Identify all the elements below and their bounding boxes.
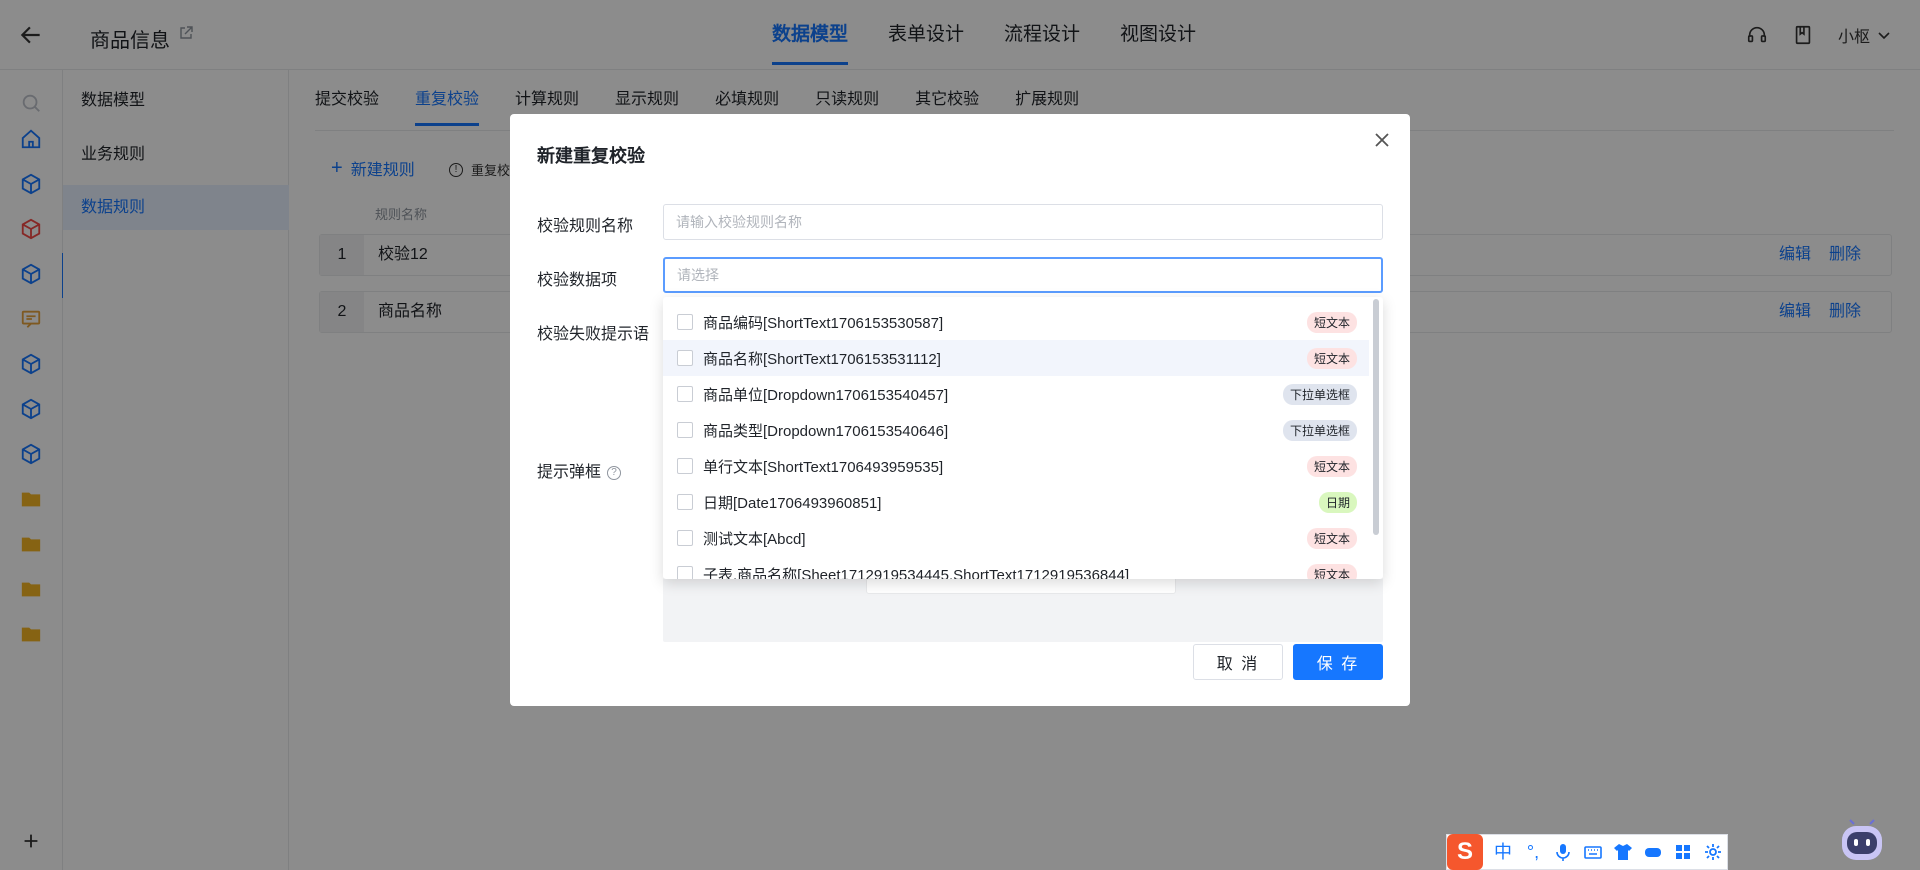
microphone-icon[interactable]	[1553, 842, 1573, 862]
checkbox[interactable]	[677, 314, 693, 330]
checkbox[interactable]	[677, 350, 693, 366]
gamepad-icon[interactable]	[1643, 842, 1663, 862]
data-item-select[interactable]	[663, 257, 1383, 293]
ime-toolbar: S 中 °,	[1446, 834, 1728, 870]
assistant-robot-icon[interactable]	[1838, 818, 1886, 866]
field-type-tag: 短文本	[1306, 347, 1357, 369]
help-icon[interactable]: ?	[607, 465, 622, 480]
list-item[interactable]: 商品类型[Dropdown1706153540646] 下拉单选框	[663, 412, 1369, 448]
data-item-label: 校验数据项	[537, 272, 618, 289]
sogou-logo-icon[interactable]: S	[1447, 834, 1483, 870]
option-label: 商品名称[ShortText1706153531112]	[703, 350, 941, 368]
popup-label-row: 提示弹框?	[537, 458, 622, 482]
popup-label: 提示弹框	[537, 464, 602, 481]
fail-message-label: 校验失败提示语	[537, 326, 650, 343]
option-label: 商品单位[Dropdown1706153540457]	[703, 386, 949, 404]
save-button[interactable]: 保 存	[1293, 644, 1383, 680]
close-icon[interactable]	[1372, 130, 1392, 150]
checkbox[interactable]	[677, 494, 693, 510]
checkbox[interactable]	[677, 386, 693, 402]
checkbox[interactable]	[677, 530, 693, 546]
keyboard-icon[interactable]	[1583, 842, 1603, 862]
field-type-tag: 日期	[1318, 491, 1357, 513]
option-label: 子表.商品名称[Sheet1712919534445.ShortText1712…	[703, 566, 1130, 580]
checkbox[interactable]	[677, 458, 693, 474]
option-label: 商品类型[Dropdown1706153540646]	[703, 422, 949, 440]
dropdown-scrollbar[interactable]	[1373, 299, 1379, 535]
field-type-tag: 短文本	[1306, 455, 1357, 477]
rule-name-label: 校验规则名称	[537, 218, 634, 235]
data-item-dropdown: 商品编码[ShortText1706153530587] 短文本 商品名称[Sh…	[663, 297, 1383, 579]
list-item[interactable]: 商品名称[ShortText1706153531112] 短文本	[663, 340, 1369, 376]
option-label: 单行文本[ShortText1706493959535]	[703, 458, 944, 476]
list-item[interactable]: 商品编码[ShortText1706153530587] 短文本	[663, 304, 1369, 340]
field-type-tag: 下拉单选框	[1282, 419, 1357, 441]
ime-punct[interactable]: °,	[1523, 842, 1543, 862]
checkbox[interactable]	[677, 566, 693, 579]
cancel-button[interactable]: 取 消	[1193, 644, 1283, 680]
list-item[interactable]: 商品单位[Dropdown1706153540457] 下拉单选框	[663, 376, 1369, 412]
settings-icon[interactable]	[1703, 842, 1723, 862]
list-item[interactable]: 单行文本[ShortText1706493959535] 短文本	[663, 448, 1369, 484]
option-label: 测试文本[Abcd]	[703, 530, 806, 548]
field-type-tag: 短文本	[1306, 563, 1357, 579]
checkbox[interactable]	[677, 422, 693, 438]
ime-mode[interactable]: 中	[1493, 842, 1513, 862]
shirt-icon[interactable]	[1613, 842, 1633, 862]
option-label: 日期[Date1706493960851]	[703, 494, 882, 512]
field-type-tag: 短文本	[1306, 527, 1357, 549]
rule-name-input[interactable]	[663, 204, 1383, 240]
list-item[interactable]: 测试文本[Abcd] 短文本	[663, 520, 1369, 556]
field-type-tag: 下拉单选框	[1282, 383, 1357, 405]
modal-title: 新建重复校验	[537, 146, 645, 166]
option-label: 商品编码[ShortText1706153530587]	[703, 314, 944, 332]
list-item[interactable]: 子表.商品名称[Sheet1712919534445.ShortText1712…	[663, 556, 1369, 579]
field-type-tag: 短文本	[1306, 311, 1357, 333]
list-item[interactable]: 日期[Date1706493960851] 日期	[663, 484, 1369, 520]
apps-grid-icon[interactable]	[1673, 842, 1693, 862]
